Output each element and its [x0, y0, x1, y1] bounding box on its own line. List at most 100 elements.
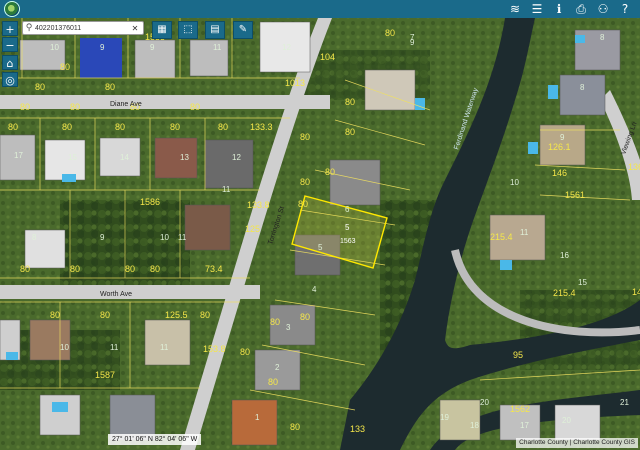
street-label-worth: Worth Ave — [100, 291, 132, 298]
parcel-label: 80 — [20, 102, 30, 112]
parcel-label: 80 — [190, 102, 200, 112]
parcel-label: 17 — [14, 151, 23, 160]
parcel-label: 8 — [600, 33, 605, 42]
print-icon[interactable]: ⎙ — [574, 2, 588, 16]
parcel-label: 126.1 — [548, 142, 571, 152]
parcel-label: 80 — [270, 317, 280, 327]
parcel-label: 125 — [245, 224, 260, 234]
parcel-label: 145 — [632, 287, 640, 297]
parcel-label: 11 — [160, 343, 169, 352]
parcel-label: 11 — [110, 343, 119, 352]
layers-icon[interactable]: ≋ — [508, 2, 522, 16]
county-logo[interactable] — [4, 1, 20, 17]
parcel-label: 7 — [410, 33, 415, 42]
parcel-label: 14 — [120, 153, 129, 162]
parcel-label: 5 — [318, 243, 323, 252]
map-view[interactable]: 9911121091585101380808080808010480808080… — [0, 18, 640, 450]
parcel-label: 80 — [240, 347, 250, 357]
basemap-tool-button[interactable]: ▦ — [152, 21, 172, 39]
search-input[interactable] — [35, 22, 129, 34]
map-attribution: Charlotte County | Charlotte County GIS — [516, 438, 638, 448]
parcel-label: 19 — [440, 413, 449, 422]
parcel-label: 2 — [275, 363, 280, 372]
parcel-label: 11 — [222, 185, 231, 194]
parcel-label: 21 — [620, 398, 629, 407]
zoom-out-button[interactable]: − — [2, 37, 18, 52]
parcel-label: 80 — [62, 122, 72, 132]
parcel-label: 80 — [105, 82, 115, 92]
parcel-label: 80 — [345, 127, 355, 137]
search-box[interactable]: ⚲ ✕ — [22, 21, 144, 35]
parcel-label: 80 — [300, 177, 310, 187]
aerial-imagery: 9911121091585101380808080808010480808080… — [0, 18, 640, 450]
parcel-label: 95 — [513, 350, 523, 360]
selected-parcel-number: 5 — [345, 223, 350, 232]
parcel-label: 80 — [298, 199, 308, 209]
parcel-label: 80 — [125, 264, 135, 274]
parcel-label: 9 — [560, 133, 565, 142]
parcel-label: 8 — [32, 233, 37, 242]
list-icon[interactable]: ☰ — [530, 2, 544, 16]
zoom-in-button[interactable]: + — [2, 21, 18, 36]
parcel-label: 9 — [100, 233, 105, 242]
search-icon[interactable]: ⚲ — [23, 23, 35, 33]
parcel-label: 10 — [160, 233, 169, 242]
parcel-label: 1562 — [510, 404, 530, 414]
share-icon[interactable]: ⚇ — [596, 2, 610, 16]
top-bar: ≋ ☰ ℹ ⎙ ⚇? — [0, 0, 640, 18]
parcel-label: 10 — [510, 178, 519, 187]
parcel-label: 15 — [578, 278, 587, 287]
street-label-diane: Diane Ave — [110, 101, 142, 108]
parcel-label: 80 — [345, 97, 355, 107]
parcel-label: 80 — [100, 310, 110, 320]
parcel-label: 1586 — [140, 197, 160, 207]
parcel-label: 10 — [50, 43, 59, 52]
select-tool-button[interactable]: ⬚ — [178, 21, 198, 39]
list-tool-button[interactable]: ▤ — [205, 21, 225, 39]
parcel-label: 80 — [325, 167, 335, 177]
parcel-label: 1561 — [565, 190, 585, 200]
parcel-label: 8 — [580, 83, 585, 92]
parcel-label: 80 — [300, 312, 310, 322]
parcel-label: 133.3 — [250, 122, 273, 132]
parcel-label: 80 — [268, 377, 278, 387]
parcel-label: 3 — [286, 323, 291, 332]
parcel-label: 11 — [520, 228, 529, 237]
info-icon[interactable]: ℹ — [552, 2, 566, 16]
parcel-label: 80 — [115, 122, 125, 132]
help-icon[interactable]: ? — [618, 2, 632, 16]
locate-button[interactable]: ◎ — [2, 72, 18, 87]
parcel-label: 1360 — [628, 162, 640, 172]
parcel-label: 80 — [50, 310, 60, 320]
parcel-label: 15 — [68, 153, 77, 162]
parcel-label: 6 — [345, 205, 350, 214]
parcel-label: 20 — [562, 416, 571, 425]
parcel-label: 18 — [470, 421, 479, 430]
draw-tool-button[interactable]: ✎ — [233, 21, 253, 39]
parcel-label: 4 — [312, 285, 317, 294]
parcel-label: 125.5 — [165, 310, 188, 320]
parcel-label: 80 — [8, 122, 18, 132]
parcel-label: 80 — [170, 122, 180, 132]
parcel-label: 12 — [232, 153, 241, 162]
home-button[interactable]: ⌂ — [2, 55, 18, 70]
parcel-label: 80 — [385, 28, 395, 38]
parcel-label: 9 — [100, 43, 105, 52]
parcel-label: 17 — [520, 421, 529, 430]
parcel-label: 80 — [300, 132, 310, 142]
parcel-label: 153.8 — [203, 344, 226, 354]
parcel-label: 11 — [213, 43, 222, 52]
clear-search-icon[interactable]: ✕ — [129, 24, 141, 33]
parcel-label: 1 — [255, 413, 260, 422]
parcel-label: 80 — [35, 82, 45, 92]
parcel-label: 133.8 — [247, 200, 270, 210]
parcel-label: 80 — [200, 310, 210, 320]
parcel-label: 80 — [70, 102, 80, 112]
parcel-label: 80 — [70, 264, 80, 274]
parcel-label: 133 — [350, 424, 365, 434]
coordinate-readout: 27° 01' 06" N 82° 04' 06" W — [108, 434, 202, 445]
parcel-label: 215.4 — [553, 288, 576, 298]
parcel-label: 73.4 — [205, 264, 223, 274]
parcel-label: 146 — [552, 168, 567, 178]
parcel-label: 80 — [150, 264, 160, 274]
